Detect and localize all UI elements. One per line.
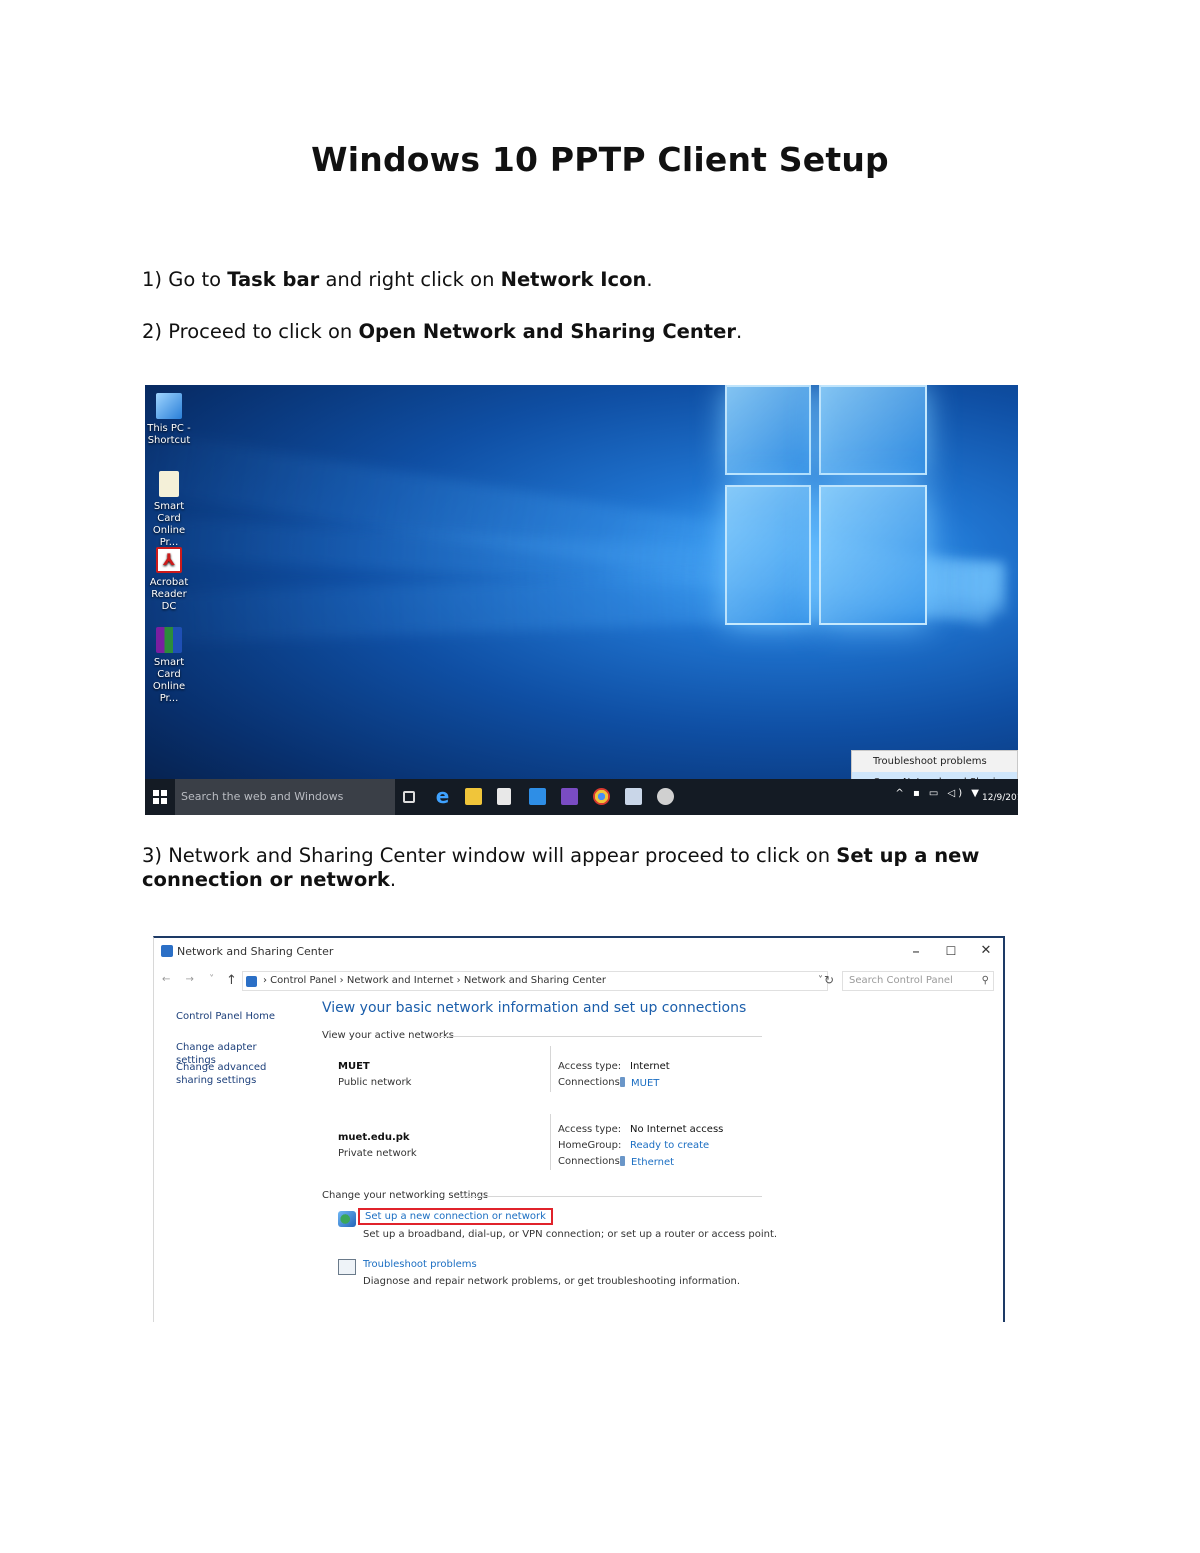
setup-new-connection-link[interactable]: Set up a new connection or network <box>358 1208 553 1225</box>
desktop-icon-acrobat[interactable]: ⅄ Acrobat Reader DC <box>147 547 191 613</box>
setup-new-connection-desc: Set up a broadband, dial-up, or VPN conn… <box>363 1229 778 1240</box>
connections-label: Connections: <box>558 1077 624 1088</box>
mail-icon[interactable] <box>529 788 546 805</box>
troubleshoot-icon <box>338 1259 356 1275</box>
desktop-icon-this-pc[interactable]: This PC - Shortcut <box>147 393 191 447</box>
homegroup-link[interactable]: Ready to create <box>630 1140 709 1151</box>
network-type: Private network <box>338 1148 417 1159</box>
step-2: 2) Proceed to click on Open Network and … <box>142 320 743 343</box>
troubleshoot-desc: Diagnose and repair network problems, or… <box>363 1276 741 1287</box>
refresh-icon[interactable]: ↻ <box>824 973 834 987</box>
troubleshoot-problems-link[interactable]: Troubleshoot problems <box>363 1259 477 1270</box>
step-3: 3) Network and Sharing Center window wil… <box>142 844 980 891</box>
search-control-panel-input[interactable]: Search Control Panel ⚲ <box>842 971 994 991</box>
desktop-icon-smart-card[interactable]: Smart Card Online Pr... <box>147 471 191 549</box>
ethernet-icon <box>620 1156 625 1166</box>
menu-item-troubleshoot[interactable]: Troubleshoot problems <box>852 751 1017 772</box>
visual-studio-icon[interactable] <box>561 788 578 805</box>
control-panel-icon <box>246 976 257 987</box>
network-name: MUET <box>338 1061 370 1072</box>
windows-logo-pane <box>819 485 927 625</box>
connections-label: Connections: <box>558 1156 624 1167</box>
access-type-label: Access type: <box>558 1124 622 1135</box>
up-arrow-icon[interactable]: ↑ <box>226 973 237 988</box>
file-explorer-icon[interactable] <box>465 788 482 805</box>
sidebar-item-change-advanced-sharing[interactable]: Change advanced sharing settings <box>176 1061 291 1087</box>
page-heading: View your basic network information and … <box>322 1000 747 1016</box>
connection-link-muet[interactable]: MUET <box>620 1077 659 1089</box>
network-icon-term: Network Icon <box>500 268 647 291</box>
window-title: Network and Sharing Center <box>177 945 334 958</box>
computer-icon <box>156 393 182 419</box>
access-type-value: Internet <box>630 1061 670 1072</box>
chrome-icon[interactable] <box>593 788 610 805</box>
start-button[interactable] <box>153 790 167 804</box>
homegroup-label: HomeGroup: <box>558 1140 622 1151</box>
document-title: Windows 10 PPTP Client Setup <box>311 140 889 179</box>
divider <box>458 1196 762 1197</box>
taskbar-clock[interactable]: 12/9/2016 <box>982 793 1018 803</box>
taskbar: Search the web and Windows e ^ ▪ ▭ ◁) ▼ … <box>145 779 1018 815</box>
windows-desktop-screenshot: This PC - Shortcut Smart Card Online Pr.… <box>145 385 1018 815</box>
acrobat-icon: ⅄ <box>156 547 182 573</box>
chevron-down-icon[interactable]: ˅ <box>818 975 823 986</box>
maximize-button[interactable]: ☐ <box>941 944 961 958</box>
address-bar-row: ← → ˅ ↑ › Control Panel › Network and In… <box>162 971 1000 991</box>
notepad-icon[interactable] <box>625 788 642 805</box>
open-network-sharing-term: Open Network and Sharing Center <box>358 320 736 343</box>
new-connection-icon <box>338 1211 356 1227</box>
access-type-label: Access type: <box>558 1061 622 1072</box>
breadcrumb[interactable]: › Control Panel › Network and Internet ›… <box>263 975 606 986</box>
close-button[interactable]: ✕ <box>976 943 996 958</box>
taskbar-search-input[interactable]: Search the web and Windows <box>175 779 395 815</box>
desktop-icon-smart-card-2[interactable]: Smart Card Online Pr... <box>147 627 191 705</box>
system-tray[interactable]: ^ ▪ ▭ ◁) ▼ <box>895 788 982 799</box>
tool-icon[interactable] <box>657 788 674 805</box>
task-view-icon[interactable] <box>403 791 415 803</box>
sidebar-item-control-panel-home[interactable]: Control Panel Home <box>176 1010 296 1023</box>
network-type: Public network <box>338 1077 412 1088</box>
network-name: muet.edu.pk <box>338 1132 410 1143</box>
store-icon[interactable] <box>497 788 511 805</box>
search-icon: ⚲ <box>981 975 989 986</box>
divider <box>550 1046 551 1092</box>
divider <box>432 1036 762 1037</box>
edge-icon[interactable]: e <box>434 786 451 806</box>
step-1: 1) Go to Task bar and right click on Net… <box>142 268 653 291</box>
winrar-icon <box>156 627 182 653</box>
connection-link-ethernet[interactable]: Ethernet <box>620 1156 674 1168</box>
windows-logo-pane <box>725 485 811 625</box>
back-forward-icons[interactable]: ← → ˅ <box>162 974 220 985</box>
divider <box>550 1114 551 1170</box>
document-icon <box>159 471 179 497</box>
access-type-value: No Internet access <box>630 1124 724 1135</box>
wifi-icon <box>620 1077 625 1087</box>
minimize-button[interactable]: – <box>906 942 926 960</box>
network-sharing-center-window: Network and Sharing Center – ☐ ✕ ← → ˅ ↑… <box>153 936 1005 1322</box>
window-titlebar[interactable]: Network and Sharing Center – ☐ ✕ <box>154 938 1004 966</box>
task-bar-term: Task bar <box>227 268 320 291</box>
windows-logo-pane <box>819 385 927 475</box>
network-center-icon <box>161 945 173 957</box>
windows-logo-pane <box>725 385 811 475</box>
address-bar[interactable]: › Control Panel › Network and Internet ›… <box>242 971 828 991</box>
